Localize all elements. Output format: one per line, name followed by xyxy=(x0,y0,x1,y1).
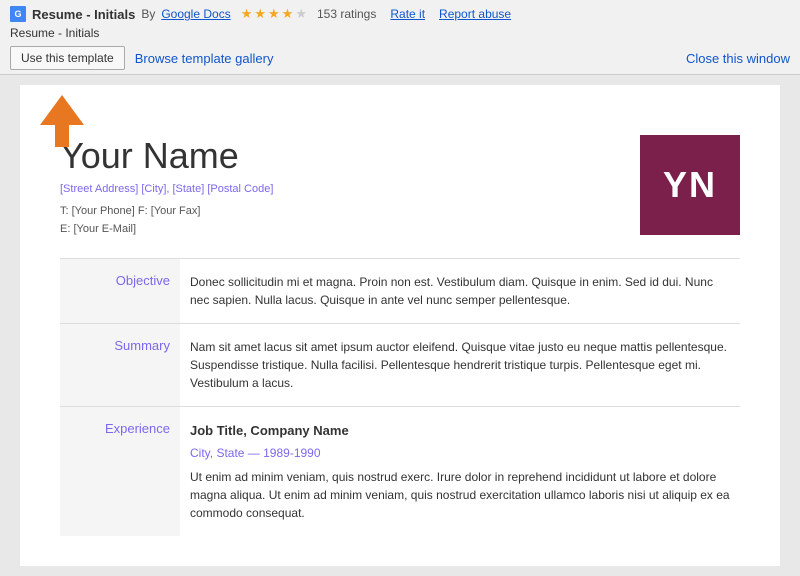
initials-box: YN xyxy=(640,135,740,235)
star-rating: ★ ★ ★ ★ ★ xyxy=(241,6,307,22)
job-subtitle: City, State — 1989-1990 xyxy=(190,444,730,462)
preview-container: Your Name [Street Address] [City], [Stat… xyxy=(0,75,800,576)
resume-sections-table: Objective Donec sollicitudin mi et magna… xyxy=(60,258,740,536)
objective-label: Objective xyxy=(60,259,180,324)
document-title: Resume - Initials xyxy=(32,7,135,22)
address-line: [Street Address] [City], [State] [Postal… xyxy=(60,183,640,195)
rate-link[interactable]: Rate it xyxy=(390,7,425,21)
browse-template-gallery-link[interactable]: Browse template gallery xyxy=(135,51,274,66)
document-preview: Your Name [Street Address] [City], [Stat… xyxy=(20,85,780,566)
close-window-link[interactable]: Close this window xyxy=(686,51,790,66)
arrow-up-icon xyxy=(40,95,84,125)
experience-label: Experience xyxy=(60,407,180,536)
subtitle-row: Resume - Initials xyxy=(10,26,790,40)
author-link[interactable]: Google Docs xyxy=(161,7,230,21)
by-label: By xyxy=(141,7,155,21)
arrow-container xyxy=(40,95,84,147)
email-line: E: [Your E-Mail] xyxy=(60,221,640,239)
star-5: ★ xyxy=(295,6,307,22)
title-row: G Resume - Initials By Google Docs ★ ★ ★… xyxy=(10,6,790,22)
experience-content: Job Title, Company Name City, State — 19… xyxy=(180,407,740,536)
star-2: ★ xyxy=(254,6,266,22)
contact-lines: T: [Your Phone] F: [Your Fax] E: [Your E… xyxy=(60,203,640,238)
star-4: ★ xyxy=(282,6,294,22)
star-3: ★ xyxy=(268,6,280,22)
your-name-heading: Your Name xyxy=(60,135,640,177)
arrow-stem xyxy=(55,125,69,147)
summary-content: Nam sit amet lacus sit amet ipsum auctor… xyxy=(180,324,740,407)
top-bar: G Resume - Initials By Google Docs ★ ★ ★… xyxy=(0,0,800,75)
star-1: ★ xyxy=(241,6,253,22)
table-row: Experience Job Title, Company Name City,… xyxy=(60,407,740,536)
table-row: Objective Donec sollicitudin mi et magna… xyxy=(60,259,740,324)
summary-label: Summary xyxy=(60,324,180,407)
action-left: Use this template Browse template galler… xyxy=(10,46,273,70)
phone-fax-line: T: [Your Phone] F: [Your Fax] xyxy=(60,203,640,221)
objective-content: Donec sollicitudin mi et magna. Proin no… xyxy=(180,259,740,324)
name-block: Your Name [Street Address] [City], [Stat… xyxy=(60,135,640,238)
google-docs-icon: G xyxy=(10,6,26,22)
subtitle-text: Resume - Initials xyxy=(10,26,99,40)
job-description: Ut enim ad minim veniam, quis nostrud ex… xyxy=(190,468,730,522)
action-row: Use this template Browse template galler… xyxy=(10,46,790,70)
ratings-count: 153 ratings xyxy=(317,7,376,21)
use-template-button[interactable]: Use this template xyxy=(10,46,125,70)
job-title: Job Title, Company Name xyxy=(190,421,730,441)
report-abuse-link[interactable]: Report abuse xyxy=(439,7,511,21)
document-header: Your Name [Street Address] [City], [Stat… xyxy=(60,135,740,238)
table-row: Summary Nam sit amet lacus sit amet ipsu… xyxy=(60,324,740,407)
